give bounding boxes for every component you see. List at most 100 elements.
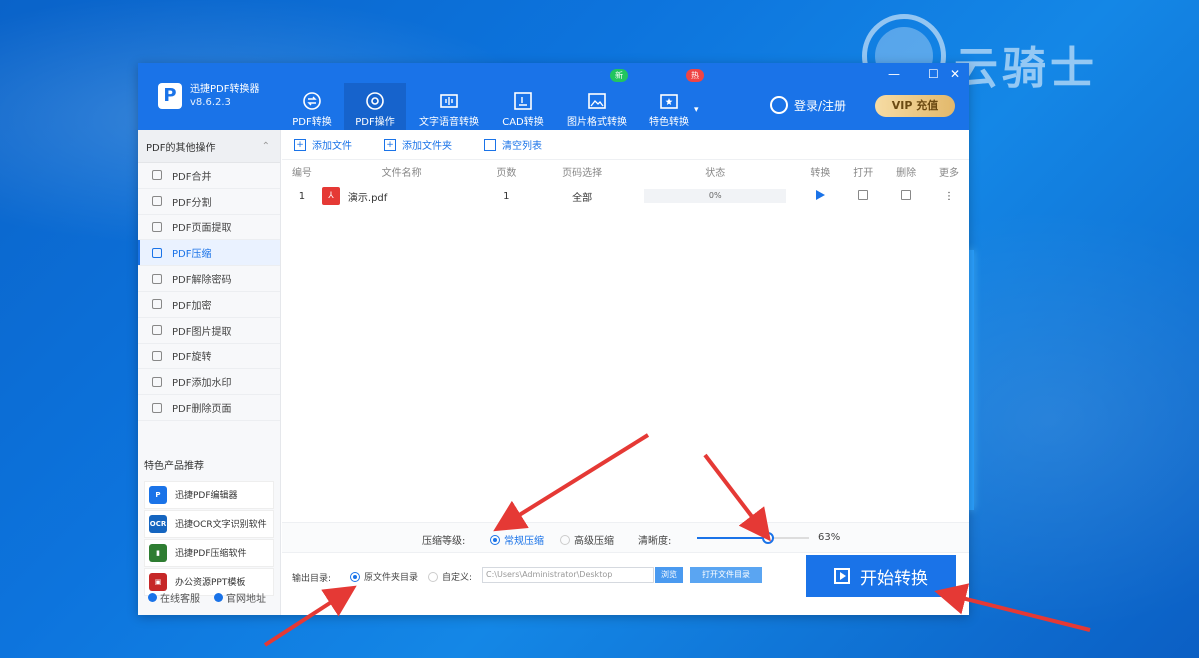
- col-convert: 转换: [810, 167, 831, 179]
- sidebar-item-unlock[interactable]: PDF解除密码: [138, 266, 280, 292]
- globe-icon: [214, 593, 223, 602]
- unlock-icon: [152, 273, 162, 284]
- sidebar-footer: 在线客服 官网地址: [148, 590, 280, 605]
- col-status: 状态: [705, 167, 726, 179]
- watermark-icon: [152, 376, 162, 387]
- product-pdf-editor[interactable]: P 迅捷PDF编辑器: [144, 480, 274, 509]
- play-icon: [834, 568, 850, 584]
- tab-cad-convert[interactable]: CAD转换: [498, 83, 548, 130]
- table-row[interactable]: 1 ⅄ 演示.pdf 1 全部 0% ⋮: [282, 182, 969, 210]
- tab-pdf-operation[interactable]: PDF操作: [344, 83, 406, 130]
- tab-image-convert[interactable]: 图片格式转换: [564, 83, 630, 130]
- product-pdf-compressor[interactable]: ▮ 迅捷PDF压缩软件: [144, 538, 274, 567]
- col-name: 文件名称: [381, 167, 422, 179]
- add-file-button[interactable]: + 添加文件: [294, 137, 352, 152]
- sidebar-item-image-extract[interactable]: PDF图片提取: [138, 318, 280, 344]
- output-dir-label: 输出目录:: [292, 574, 332, 584]
- sidebar-item-merge[interactable]: PDF合并: [138, 163, 280, 189]
- col-pages: 页数: [496, 167, 517, 179]
- browse-button[interactable]: 浏览: [655, 567, 683, 583]
- chevron-up-icon: ⌃: [261, 140, 270, 152]
- start-convert-button[interactable]: 开始转换: [806, 555, 956, 597]
- special-icon: [659, 91, 679, 111]
- col-range: 页码选择: [562, 167, 603, 179]
- clarity-label: 清晰度:: [638, 536, 672, 547]
- col-delete: 删除: [896, 167, 917, 179]
- col-more: 更多: [939, 167, 960, 179]
- more-tabs-chevron-down-icon[interactable]: ▾: [694, 105, 699, 115]
- more-menu-icon[interactable]: ⋮: [929, 191, 969, 202]
- delete-page-icon: [152, 402, 162, 413]
- clear-list-button[interactable]: 清空列表: [484, 137, 542, 152]
- login-button[interactable]: 登录/注册: [770, 96, 846, 114]
- image-extract-icon: [152, 325, 162, 336]
- folder-icon[interactable]: [858, 189, 869, 200]
- open-folder-button[interactable]: 打开文件目录: [690, 567, 762, 583]
- watermark-text: 云骑士: [954, 43, 1098, 94]
- sidebar-item-encrypt[interactable]: PDF加密: [138, 292, 280, 318]
- convert-icon: [302, 91, 322, 111]
- sidebar-item-delete-pages[interactable]: PDF删除页面: [138, 395, 280, 421]
- pdf-editor-icon: P: [149, 485, 167, 504]
- add-file-icon: +: [294, 138, 306, 151]
- sidebar-section-header[interactable]: PDF的其他操作 ⌃: [138, 130, 280, 163]
- app-version: v8.6.2.3: [190, 97, 231, 108]
- clarity-value: 63%: [818, 532, 841, 543]
- table-header: 编号 文件名称 页数 页码选择 状态 转换 打开 删除 更多: [282, 160, 969, 182]
- products-title: 特色产品推荐: [144, 460, 204, 472]
- pdf-compressor-icon: ▮: [149, 543, 167, 562]
- tab-pdf-convert[interactable]: PDF转换: [290, 83, 334, 130]
- trash-icon: [484, 138, 496, 151]
- clarity-slider[interactable]: [697, 532, 809, 544]
- advanced-compress-radio[interactable]: 高级压缩: [560, 532, 614, 547]
- add-folder-button[interactable]: + 添加文件夹: [384, 137, 452, 152]
- sidebar-item-compress[interactable]: PDF压缩: [138, 240, 280, 267]
- shield-icon: [152, 299, 162, 310]
- toolbar: + 添加文件 + 添加文件夹 清空列表: [282, 130, 969, 160]
- output-settings: 输出目录: 原文件夹目录 自定义: C:\Users\Administrator…: [282, 552, 969, 615]
- custom-folder-radio[interactable]: 自定义:: [428, 570, 472, 583]
- maximize-icon[interactable]: ☐: [928, 67, 939, 81]
- headset-icon: [148, 593, 157, 602]
- ocr-icon: OCR: [149, 514, 167, 533]
- audio-icon: [439, 91, 459, 111]
- title-bar: P 迅捷PDF转换器 v8.6.2.3 新 热 PDF转换 PDF操作 文字语音…: [138, 63, 969, 130]
- progress-bar: 0%: [644, 189, 787, 203]
- sidebar-item-extract-pages[interactable]: PDF页面提取: [138, 215, 280, 241]
- source-folder-radio[interactable]: 原文件夹目录: [350, 570, 418, 583]
- pdf-op-icon: [365, 91, 385, 111]
- vip-recharge-button[interactable]: VIP 充值: [875, 95, 955, 117]
- compress-settings: 压缩等级: 常规压缩 高级压缩 清晰度: 63%: [282, 522, 969, 552]
- sidebar-item-watermark[interactable]: PDF添加水印: [138, 369, 280, 396]
- compress-level-label: 压缩等级:: [422, 536, 466, 547]
- online-service-link[interactable]: 在线客服: [148, 590, 200, 605]
- page-extract-icon: [152, 221, 162, 232]
- slider-handle[interactable]: [761, 532, 774, 544]
- website-link[interactable]: 官网地址: [214, 590, 266, 605]
- app-logo-icon: P: [158, 83, 182, 109]
- output-path-input[interactable]: C:\Users\Administrator\Desktop: [482, 567, 654, 583]
- page-range-select[interactable]: 全部: [531, 189, 633, 204]
- minimize-icon[interactable]: —: [888, 67, 900, 81]
- sidebar: PDF的其他操作 ⌃ PDF合并 PDF分割 PDF页面提取 PDF压缩 PDF…: [138, 130, 281, 615]
- app-window: P 迅捷PDF转换器 v8.6.2.3 新 热 PDF转换 PDF操作 文字语音…: [138, 63, 969, 615]
- play-icon[interactable]: [815, 189, 825, 200]
- sidebar-item-rotate[interactable]: PDF旋转: [138, 344, 280, 370]
- col-open: 打开: [853, 167, 874, 179]
- rotate-icon: [152, 350, 162, 361]
- compress-icon: [152, 247, 162, 258]
- tab-text-audio[interactable]: 文字语音转换: [416, 83, 482, 130]
- pdf-file-icon: ⅄: [321, 187, 340, 205]
- col-no: 编号: [291, 167, 312, 179]
- merge-icon: [152, 170, 162, 181]
- split-icon: [152, 196, 162, 207]
- hot-badge: 热: [686, 69, 704, 82]
- ppt-icon: ▣: [149, 572, 167, 591]
- normal-compress-radio[interactable]: 常规压缩: [490, 532, 544, 547]
- sidebar-item-split[interactable]: PDF分割: [138, 189, 280, 215]
- main-panel: + 添加文件 + 添加文件夹 清空列表 编号 文件名称 页数 页码选择 状态 转换 …: [282, 130, 969, 615]
- close-icon[interactable]: ✕: [950, 67, 960, 81]
- product-ocr[interactable]: OCR 迅捷OCR文字识别软件: [144, 509, 274, 538]
- trash-icon[interactable]: [901, 189, 912, 200]
- tab-special-convert[interactable]: 特色转换: [646, 83, 692, 130]
